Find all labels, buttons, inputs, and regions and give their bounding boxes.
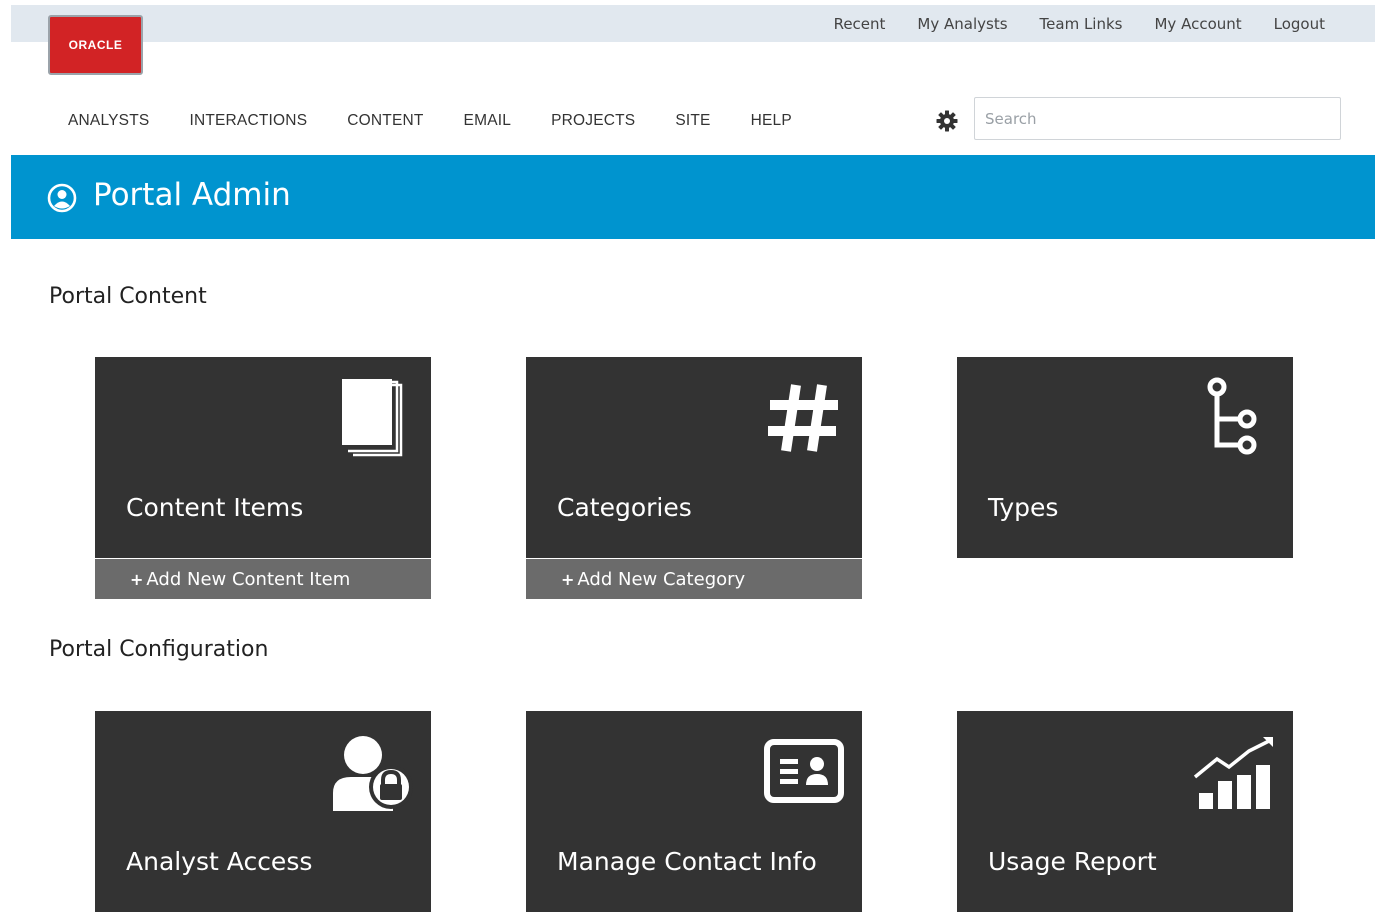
top-link-my-analysts[interactable]: My Analysts bbox=[917, 15, 1007, 33]
documents-icon bbox=[342, 379, 403, 457]
section-title-portal-content: Portal Content bbox=[49, 284, 207, 309]
nav-email[interactable]: EMAIL bbox=[464, 112, 512, 130]
tile-content-items[interactable]: Content Items bbox=[95, 357, 431, 558]
nav-content[interactable]: CONTENT bbox=[347, 112, 423, 130]
top-links: Recent My Analysts Team Links My Account… bbox=[834, 5, 1325, 42]
tile-types[interactable]: Types bbox=[957, 357, 1293, 558]
user-circle-icon bbox=[47, 183, 77, 213]
tile-label: Manage Contact Info bbox=[557, 847, 817, 876]
add-new-category-button[interactable]: + Add New Category bbox=[526, 559, 862, 599]
tile-categories[interactable]: Categories bbox=[526, 357, 862, 558]
top-link-team-links[interactable]: Team Links bbox=[1040, 15, 1123, 33]
top-link-my-account[interactable]: My Account bbox=[1154, 15, 1241, 33]
section-title-portal-configuration: Portal Configuration bbox=[49, 637, 269, 662]
oracle-logo[interactable]: ORACLE bbox=[48, 15, 143, 75]
nav-interactions[interactable]: INTERACTIONS bbox=[189, 112, 307, 130]
tile-label: Types bbox=[988, 493, 1059, 522]
contact-card-icon bbox=[764, 739, 844, 803]
tile-usage-report[interactable]: Usage Report bbox=[957, 711, 1293, 912]
top-link-logout[interactable]: Logout bbox=[1274, 15, 1325, 33]
plus-icon: + bbox=[130, 569, 144, 589]
gear-icon[interactable] bbox=[935, 109, 959, 133]
main-nav: ANALYSTS INTERACTIONS CONTENT EMAIL PROJ… bbox=[68, 108, 792, 134]
add-category-label: Add New Category bbox=[577, 568, 746, 590]
nav-help[interactable]: HELP bbox=[751, 112, 792, 130]
plus-icon: + bbox=[561, 569, 575, 589]
hash-icon bbox=[768, 384, 838, 452]
tile-label: Content Items bbox=[126, 493, 304, 522]
nav-analysts[interactable]: ANALYSTS bbox=[68, 112, 149, 130]
page-banner: Portal Admin bbox=[11, 155, 1375, 239]
tile-label: Usage Report bbox=[988, 847, 1157, 876]
tile-label: Categories bbox=[557, 493, 692, 522]
tile-manage-contact-info[interactable]: Manage Contact Info bbox=[526, 711, 862, 912]
nav-projects[interactable]: PROJECTS bbox=[551, 112, 635, 130]
tile-analyst-access[interactable]: Analyst Access bbox=[95, 711, 431, 912]
chart-up-icon bbox=[1193, 737, 1273, 809]
top-utility-bar: Recent My Analysts Team Links My Account… bbox=[11, 5, 1375, 42]
logo-text: ORACLE bbox=[68, 38, 123, 52]
user-lock-icon bbox=[333, 736, 413, 811]
tree-icon bbox=[1207, 377, 1257, 455]
top-link-recent[interactable]: Recent bbox=[834, 15, 886, 33]
nav-site[interactable]: SITE bbox=[675, 112, 710, 130]
tile-label: Analyst Access bbox=[126, 847, 313, 876]
add-content-item-label: Add New Content Item bbox=[146, 568, 351, 590]
add-new-content-item-button[interactable]: + Add New Content Item bbox=[95, 559, 431, 599]
search-input[interactable] bbox=[974, 97, 1341, 140]
page-title: Portal Admin bbox=[93, 177, 291, 213]
